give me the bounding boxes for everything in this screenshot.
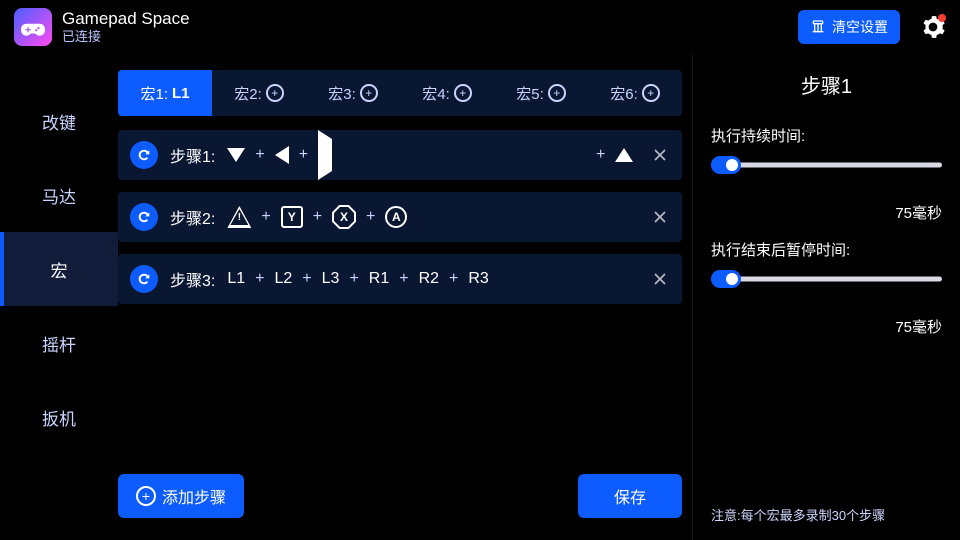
sidebar-item-macro[interactable]: 宏: [0, 232, 118, 306]
shoulder-button-label: L2: [275, 270, 293, 288]
step-tokens: !+ Y+ X+ A: [227, 205, 638, 229]
duration-value: 75毫秒: [711, 184, 942, 223]
save-button[interactable]: 保存: [578, 474, 682, 518]
step-tokens: L1+L2+L3+R1+R2+R3: [227, 270, 638, 288]
refresh-icon: [136, 147, 152, 163]
panel-title: 步骤1: [711, 70, 942, 99]
shoulder-button-label: R1: [369, 270, 389, 288]
refresh-icon: [136, 209, 152, 225]
shoulder-button-label: R3: [468, 270, 488, 288]
sidebar-item-trigger[interactable]: 扳机: [0, 380, 118, 454]
plus-circle-icon: +: [454, 84, 472, 102]
shoulder-button-label: L1: [227, 270, 245, 288]
step-row[interactable]: 步骤3: L1+L2+L3+R1+R2+R3: [118, 254, 682, 304]
broom-icon: [810, 19, 826, 35]
delete-step-button[interactable]: [650, 269, 670, 289]
replay-button[interactable]: [130, 141, 158, 169]
plus-circle-icon: +: [548, 84, 566, 102]
plus-circle-icon: +: [642, 84, 660, 102]
pause-label: 执行结束后暂停时间:: [711, 239, 942, 260]
duration-slider[interactable]: [711, 156, 942, 174]
step-label: 步骤1:: [170, 143, 215, 167]
x-button-icon: X: [332, 205, 356, 229]
sidebar: 改键 马达 宏 摇杆 扳机: [0, 54, 118, 540]
notification-dot: [938, 14, 946, 22]
duration-label: 执行持续时间:: [711, 125, 942, 146]
sidebar-item-motor[interactable]: 马达: [0, 158, 118, 232]
a-button-icon: A: [385, 206, 407, 228]
dpad-down-icon: [227, 148, 245, 162]
settings-button[interactable]: [920, 14, 946, 40]
shoulder-button-label: L3: [322, 270, 340, 288]
pause-slider[interactable]: [711, 270, 942, 288]
replay-button[interactable]: [130, 265, 158, 293]
macro-tabs: 宏1: L1 宏2: + 宏3: + 宏4: + 宏5: + 宏6: +: [118, 70, 682, 116]
step-row[interactable]: 步骤2: !+ Y+ X+ A: [118, 192, 682, 242]
step-label: 步骤3:: [170, 267, 215, 291]
step-detail-panel: 步骤1 执行持续时间: 75毫秒 执行结束后暂停时间: 75毫秒 注意:每个宏最…: [692, 54, 960, 540]
plus-circle-icon: +: [136, 486, 156, 506]
tab-macro-4[interactable]: 宏4: +: [400, 70, 494, 116]
plus-circle-icon: +: [360, 84, 378, 102]
sidebar-item-remap[interactable]: 改键: [0, 84, 118, 158]
y-button-icon: Y: [281, 206, 303, 228]
note-text: 注意:每个宏最多录制30个步骤: [711, 505, 942, 524]
triangle-button-icon: !: [227, 206, 251, 228]
shoulder-button-label: R2: [419, 270, 439, 288]
plus-circle-icon: +: [266, 84, 284, 102]
tab-macro-6[interactable]: 宏6: +: [588, 70, 682, 116]
tab-macro-5[interactable]: 宏5: +: [494, 70, 588, 116]
clear-settings-button[interactable]: 清空设置: [798, 10, 900, 44]
dpad-up-icon: [615, 148, 633, 162]
sidebar-item-stick[interactable]: 摇杆: [0, 306, 118, 380]
app-title: Gamepad Space: [62, 9, 788, 29]
tab-macro-2[interactable]: 宏2: +: [212, 70, 306, 116]
add-step-button[interactable]: + 添加步骤: [118, 474, 244, 518]
dpad-left-icon: [275, 146, 289, 164]
tab-macro-3[interactable]: 宏3: +: [306, 70, 400, 116]
delete-step-button[interactable]: [650, 145, 670, 165]
connection-status: 已连接: [62, 29, 788, 45]
tab-macro-1[interactable]: 宏1: L1: [118, 70, 212, 116]
delete-step-button[interactable]: [650, 207, 670, 227]
step-row[interactable]: 步骤1: + + +: [118, 130, 682, 180]
replay-button[interactable]: [130, 203, 158, 231]
step-tokens: + + +: [227, 130, 638, 180]
pause-value: 75毫秒: [711, 298, 942, 337]
app-icon: [14, 8, 52, 46]
dpad-right-icon: [318, 130, 586, 180]
refresh-icon: [136, 271, 152, 287]
step-label: 步骤2:: [170, 205, 215, 229]
